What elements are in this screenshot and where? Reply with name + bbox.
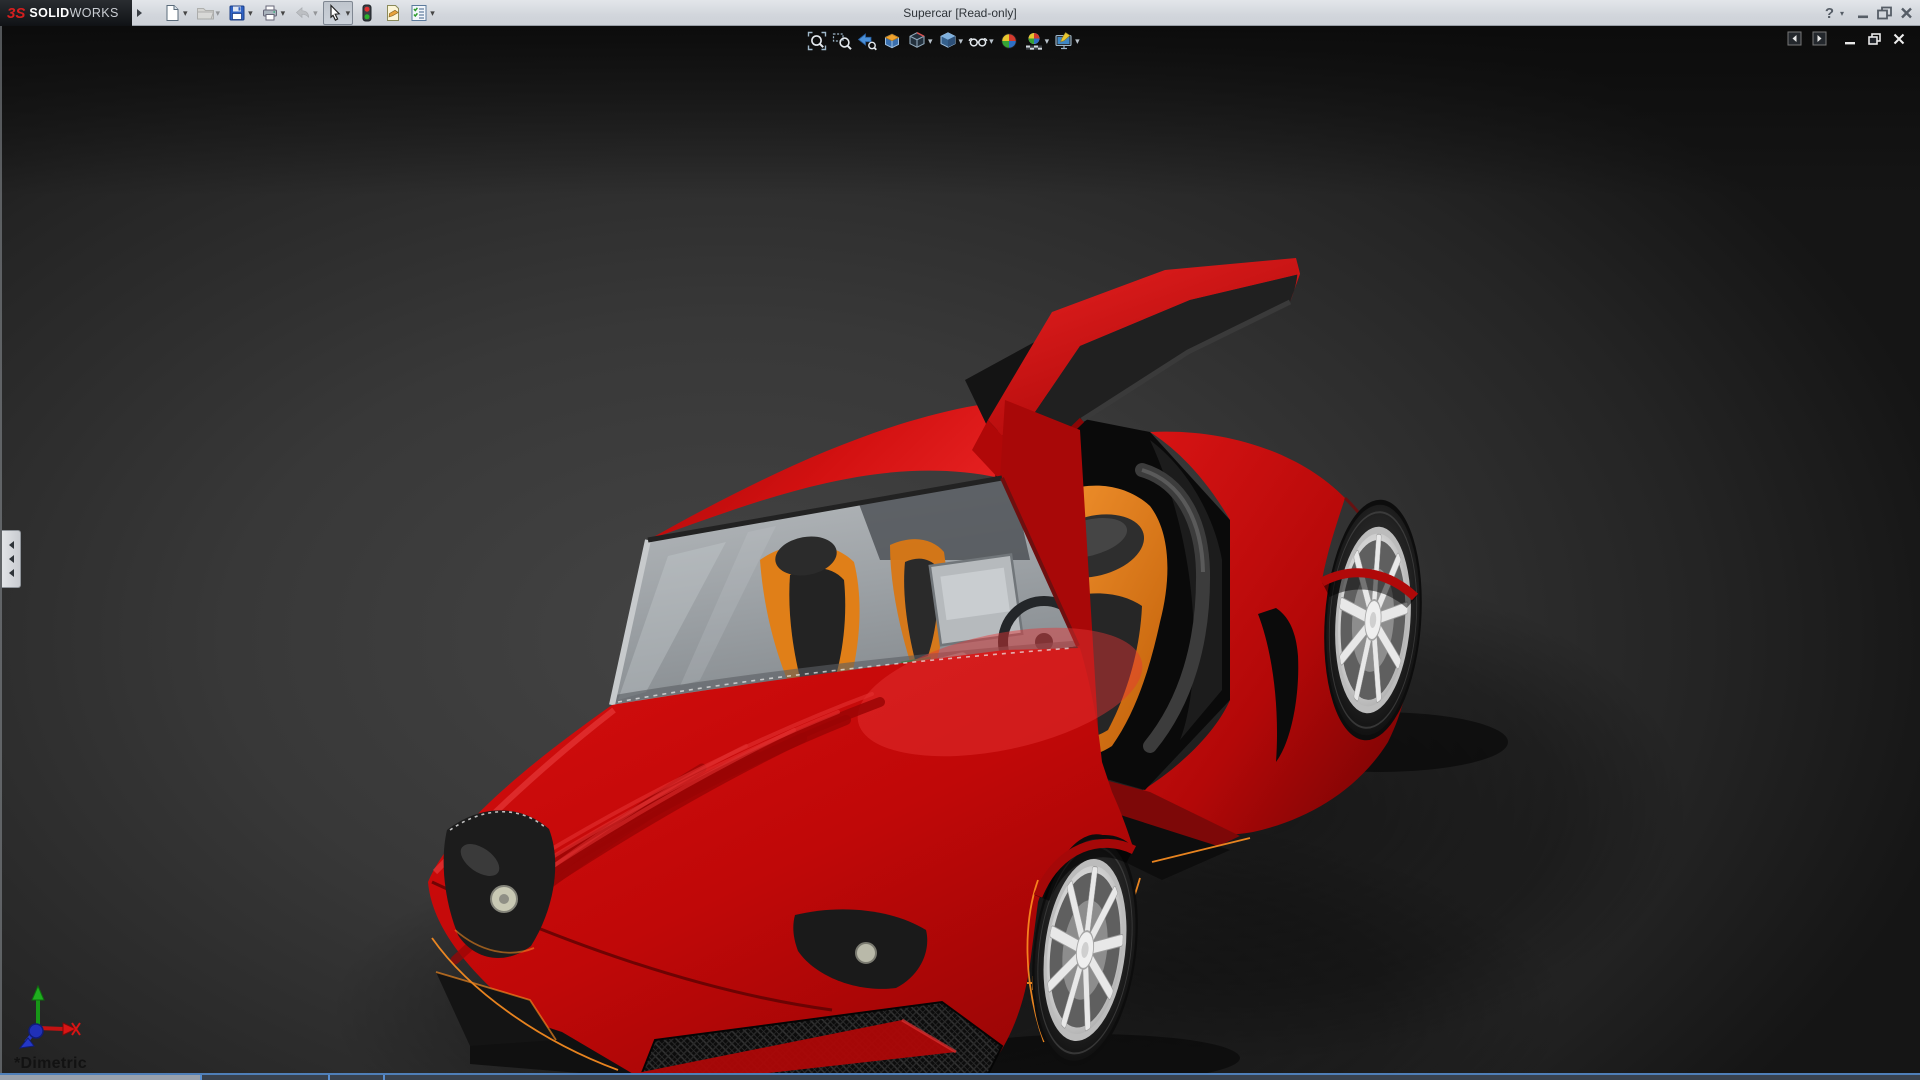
hide-show-items-icon [968, 31, 988, 51]
file-properties-button[interactable] [381, 1, 405, 25]
heads-up-view-toolbar: ▾ ▾ ▾ ▾ ▾ [806, 30, 1081, 52]
print-button[interactable]: ▾ [258, 1, 289, 25]
feature-manager-splitter[interactable] [2, 530, 21, 588]
collapse-arrow-icon [8, 541, 14, 549]
options-button[interactable]: ▾ [407, 1, 438, 25]
hide-show-items-dropdown-caret[interactable]: ▾ [989, 36, 994, 46]
view-settings-button[interactable]: ▾ [1053, 30, 1081, 52]
view-orientation-dropdown-caret[interactable]: ▾ [928, 36, 933, 46]
apply-scene-button[interactable]: ▾ [1023, 30, 1051, 52]
dassault-3ds-logo-icon: 3S [7, 4, 26, 22]
menu-flyout-button[interactable] [133, 0, 145, 26]
view-orientation-button[interactable]: ▾ [906, 30, 934, 52]
new-document-dropdown-caret[interactable]: ▾ [183, 8, 188, 18]
options-dropdown-caret[interactable]: ▾ [430, 8, 435, 18]
zoom-to-fit-icon [807, 31, 827, 51]
zoom-to-area-button[interactable] [831, 30, 853, 52]
taskbar-segment [0, 1075, 200, 1080]
view-settings-icon [1054, 31, 1074, 51]
minimize-icon [1858, 15, 1868, 19]
close-document-button[interactable] [1892, 32, 1906, 46]
select-icon [326, 4, 344, 22]
taskbar-edge[interactable] [0, 1073, 1920, 1080]
open-document-button[interactable]: ▾ [193, 1, 224, 25]
previous-pane-icon [1787, 31, 1802, 46]
apply-scene-icon [1024, 31, 1044, 51]
file-properties-icon [384, 4, 402, 22]
minimize-document-icon [1845, 41, 1855, 44]
supercar-model[interactable] [0, 26, 1920, 1080]
undo-icon [293, 4, 311, 22]
restore-window-button[interactable] [1876, 2, 1893, 24]
title-bar: 3S SOLID WORKS ▾ ▾ ▾ ▾ ▾ ▾ ▾ Supercar [Read-onl… [0, 0, 1920, 26]
new-document-icon [163, 4, 181, 22]
apply-scene-dropdown-caret[interactable]: ▾ [1045, 36, 1050, 46]
previous-view-button[interactable] [856, 30, 878, 52]
restore-icon [1877, 6, 1892, 20]
orientation-triad [18, 984, 81, 1049]
print-dropdown-caret[interactable]: ▾ [281, 8, 286, 18]
options-icon [410, 4, 428, 22]
document-window-controls [1787, 31, 1906, 46]
save-button[interactable]: ▾ [225, 1, 256, 25]
viewport-left-border [0, 26, 2, 1080]
zoom-to-fit-button[interactable] [806, 30, 828, 52]
next-pane-button[interactable] [1812, 31, 1827, 46]
print-icon [261, 4, 279, 22]
minimize-document-button[interactable] [1843, 32, 1857, 46]
help-dropdown-caret[interactable]: ▾ [1840, 2, 1844, 24]
taskbar-divider [383, 1075, 385, 1080]
edit-appearance-icon [999, 31, 1019, 51]
collapse-arrow-icon [8, 569, 14, 577]
open-document-dropdown-caret[interactable]: ▾ [216, 8, 221, 18]
section-view-button[interactable] [881, 30, 903, 52]
taskbar-divider [200, 1075, 202, 1080]
select-button[interactable]: ▾ [322, 1, 354, 25]
rebuild-icon [358, 4, 376, 22]
new-document-button[interactable]: ▾ [160, 1, 191, 25]
view-orientation-label: *Dimetric [14, 1055, 87, 1072]
view-orientation-icon [907, 31, 927, 51]
display-style-dropdown-caret[interactable]: ▾ [959, 36, 964, 46]
brand-name-bold: SOLID [29, 6, 70, 20]
graphics-area[interactable]: ▾ ▾ ▾ ▾ ▾ *Dimetric [0, 26, 1920, 1080]
collapse-arrow-icon [8, 555, 14, 563]
flyout-arrow-icon [136, 9, 142, 17]
edit-appearance-button[interactable] [998, 30, 1020, 52]
solidworks-logo: 3S SOLID WORKS [0, 0, 132, 26]
brand-name-light: WORKS [69, 6, 119, 20]
previous-view-icon [857, 31, 877, 51]
select-dropdown-caret[interactable]: ▾ [346, 8, 351, 18]
save-dropdown-caret[interactable]: ▾ [248, 8, 253, 18]
restore-document-button[interactable] [1867, 32, 1882, 46]
undo-dropdown-caret[interactable]: ▾ [313, 8, 318, 18]
window-controls: ? ▾ [1825, 0, 1914, 26]
previous-pane-button[interactable] [1787, 31, 1802, 46]
quick-access-toolbar: ▾ ▾ ▾ ▾ ▾ ▾ ▾ [160, 0, 438, 26]
display-style-icon [938, 31, 958, 51]
restore-document-icon [1868, 32, 1881, 45]
next-pane-icon [1812, 31, 1827, 46]
section-view-icon [882, 31, 902, 51]
help-button[interactable]: ? [1825, 2, 1834, 24]
close-window-button[interactable] [1899, 2, 1914, 24]
open-document-icon [196, 4, 214, 22]
close-document-icon [1893, 33, 1905, 44]
hide-show-items-button[interactable]: ▾ [967, 30, 995, 52]
zoom-to-area-icon [832, 31, 852, 51]
save-icon [228, 4, 246, 22]
rebuild-button[interactable] [355, 1, 379, 25]
view-settings-dropdown-caret[interactable]: ▾ [1075, 36, 1080, 46]
undo-button[interactable]: ▾ [290, 1, 321, 25]
close-icon [1901, 7, 1912, 19]
minimize-window-button[interactable] [1856, 2, 1870, 24]
display-style-button[interactable]: ▾ [937, 30, 965, 52]
taskbar-divider [328, 1075, 330, 1080]
